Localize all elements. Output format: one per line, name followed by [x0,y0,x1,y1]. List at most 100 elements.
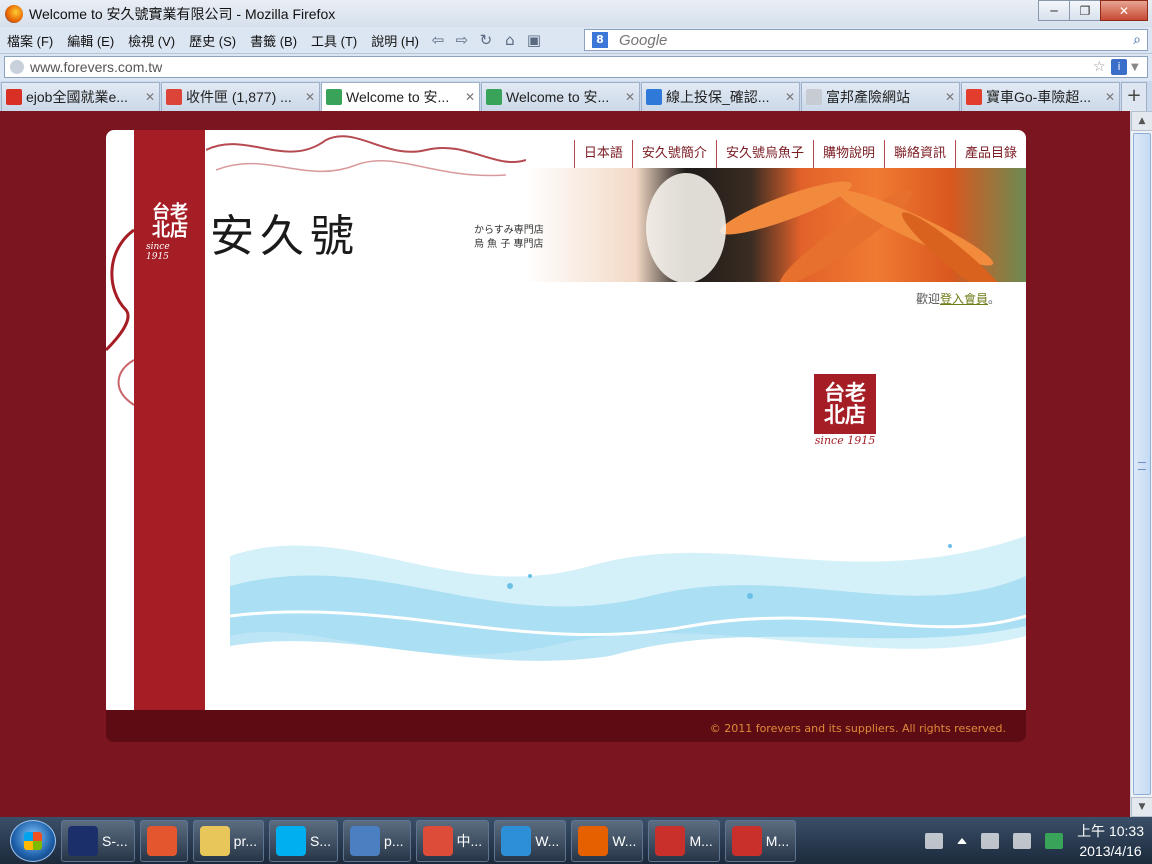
tab-label: Welcome to 安... [506,89,610,105]
nav-mullet-roe[interactable]: 安久號烏魚子 [715,140,813,168]
search-icon[interactable]: ⌕ [1127,32,1147,48]
app-icon [501,825,532,856]
new-tab-button[interactable]: + [1121,82,1147,111]
maximize-button[interactable]: ❐ [1069,0,1101,21]
tab-label: 線上投保_確認... [666,89,770,105]
browser-tab[interactable]: Welcome to 安... ✕ [321,82,480,111]
reload-icon[interactable]: ↻ [474,31,498,49]
site-nav: 日本語 安久號簡介 安久號烏魚子 購物說明 聯絡資訊 產品目錄 [573,140,1026,168]
welcome-prefix: 歡迎 [915,292,940,306]
home-icon[interactable]: ⌂ [498,31,522,49]
tab-close-icon[interactable]: ✕ [625,90,635,104]
tab-label: 寶車Go-車險超... [986,89,1092,105]
show-hidden-icon[interactable] [957,837,968,844]
scroll-thumb[interactable] [1133,133,1151,795]
nav-catalog[interactable]: 產品目錄 [954,140,1026,168]
tab-favicon-icon [6,89,22,105]
app-icon [276,825,307,856]
brand-name: 安久號 [210,211,360,262]
taskbar-app-label: pr... [233,832,258,849]
logo-badge[interactable]: 台老 北店 since 1915 [146,203,194,263]
taskbar-app-button[interactable]: S... [269,819,339,862]
decorative-swirl [106,228,134,406]
taskbar-app-button[interactable]: S-... [61,819,135,862]
star-icon[interactable]: ☆ [1093,59,1111,75]
tab-close-icon[interactable]: ✕ [465,90,475,104]
scroll-down-arrow[interactable]: ▼ [1131,797,1152,817]
menu-edit[interactable]: 編輯 (E) [60,31,121,50]
clock[interactable]: 上午 10:33 2013/4/16 [1077,821,1144,861]
browser-tab[interactable]: 寶車Go-車險超... ✕ [961,82,1120,111]
menu-history[interactable]: 歷史 (S) [182,31,243,50]
app-icon [68,825,98,856]
scroll-up-arrow[interactable]: ▲ [1131,111,1152,131]
system-tray: 上午 10:33 2013/4/16 [911,817,1144,864]
tab-close-icon[interactable]: ✕ [305,90,315,104]
taskbar-app-button[interactable]: M... [724,819,797,862]
browser-tab[interactable]: 線上投保_確認... ✕ [641,82,800,111]
taskbar-app-label: S-... [102,832,128,849]
member-login-link[interactable]: 登入會員 [940,292,988,306]
browser-tab[interactable]: 富邦產險網站 ✕ [801,82,960,111]
brand-subtitle-zh: 烏 魚 子 專門店 [474,239,544,250]
taskbar-app-button[interactable]: p... [343,819,411,862]
app-icon [422,825,453,856]
menu-tools[interactable]: 工具 (T) [304,31,364,50]
keyboard-icon[interactable] [925,832,944,849]
menu-bookmarks[interactable]: 書籤 (B) [243,31,304,50]
center-logo: 台老 北店 since 1915 [814,374,876,452]
bookmark-menu-icon[interactable]: ▣ [522,31,546,49]
search-engine-button[interactable]: 8 [585,31,615,49]
tab-close-icon[interactable]: ✕ [145,90,155,104]
address-bar: www.forevers.com.tw ☆ i ▼ [0,54,1152,81]
taskbar-app-button[interactable]: W... [571,819,644,862]
app-icon [199,825,230,856]
menu-file[interactable]: 檔案 (F) [0,31,60,50]
nav-about[interactable]: 安久號簡介 [631,140,716,168]
taskbar-app-label: W... [535,832,560,849]
browser-tab[interactable]: ejob全國就業e... ✕ [1,82,160,111]
taskbar-app-button[interactable]: W... [494,819,567,862]
volume-icon[interactable] [1013,832,1032,849]
taskbar-app-button[interactable]: 中... [415,819,490,862]
site-identity-icon[interactable] [10,60,24,74]
welcome-message: 歡迎登入會員。 [916,290,1000,307]
nav-shopping-guide[interactable]: 購物說明 [812,140,884,168]
search-bar: 8 ⌕ [584,29,1148,51]
tab-bar: ejob全國就業e... ✕ 收件匣 (1,877) ... ✕ Welcome to … [0,81,1152,111]
menu-view[interactable]: 檢視 (V) [121,31,182,50]
tab-close-icon[interactable]: ✕ [945,90,955,104]
browser-tab[interactable]: Welcome to 安... ✕ [481,82,640,111]
search-input[interactable] [619,31,1127,49]
page-viewport: 台老 北店 since 1915 安久號 からすみ専門店 烏 魚 子 專門店 日… [0,111,1130,817]
drive-icon[interactable] [1045,832,1064,849]
back-arrow-icon[interactable]: ⇦ [426,31,450,49]
url-text[interactable]: www.forevers.com.tw [30,59,1093,75]
tab-favicon-icon [966,89,982,105]
vertical-scrollbar[interactable]: ▲ ▼ [1130,111,1152,817]
taskbar-app-label: S... [310,832,332,849]
tab-close-icon[interactable]: ✕ [785,90,795,104]
chevron-down-icon[interactable]: ▼ [1131,62,1147,73]
menu-help[interactable]: 說明 (H) [364,31,426,50]
taskbar-app-button[interactable]: pr... [192,819,265,862]
url-field[interactable]: www.forevers.com.tw ☆ i ▼ [4,56,1148,78]
nav-contact[interactable]: 聯絡資訊 [883,140,955,168]
firefox-icon [5,4,23,23]
forward-arrow-icon[interactable]: ⇨ [450,31,474,49]
taskbar-app-button[interactable] [139,819,188,862]
close-button[interactable]: ✕ [1100,0,1148,21]
taskbar-app-button[interactable]: M... [648,819,720,862]
app-icon [350,825,381,856]
taskbar-items: S-... pr... S... p... 中... W... W... M... M... [56,819,797,862]
tab-close-icon[interactable]: ✕ [1105,90,1115,104]
center-logo-since: since 1915 [814,434,876,447]
minimize-button[interactable]: ─ [1038,0,1070,21]
nav-japanese[interactable]: 日本語 [573,140,632,168]
taskbar: S-... pr... S... p... 中... W... W... M... M... 上… [0,817,1152,864]
app-icon [146,825,177,856]
info-icon[interactable]: i [1111,59,1127,75]
browser-tab[interactable]: 收件匣 (1,877) ... ✕ [161,82,320,111]
start-button[interactable] [10,819,56,862]
network-icon[interactable] [981,832,1000,849]
